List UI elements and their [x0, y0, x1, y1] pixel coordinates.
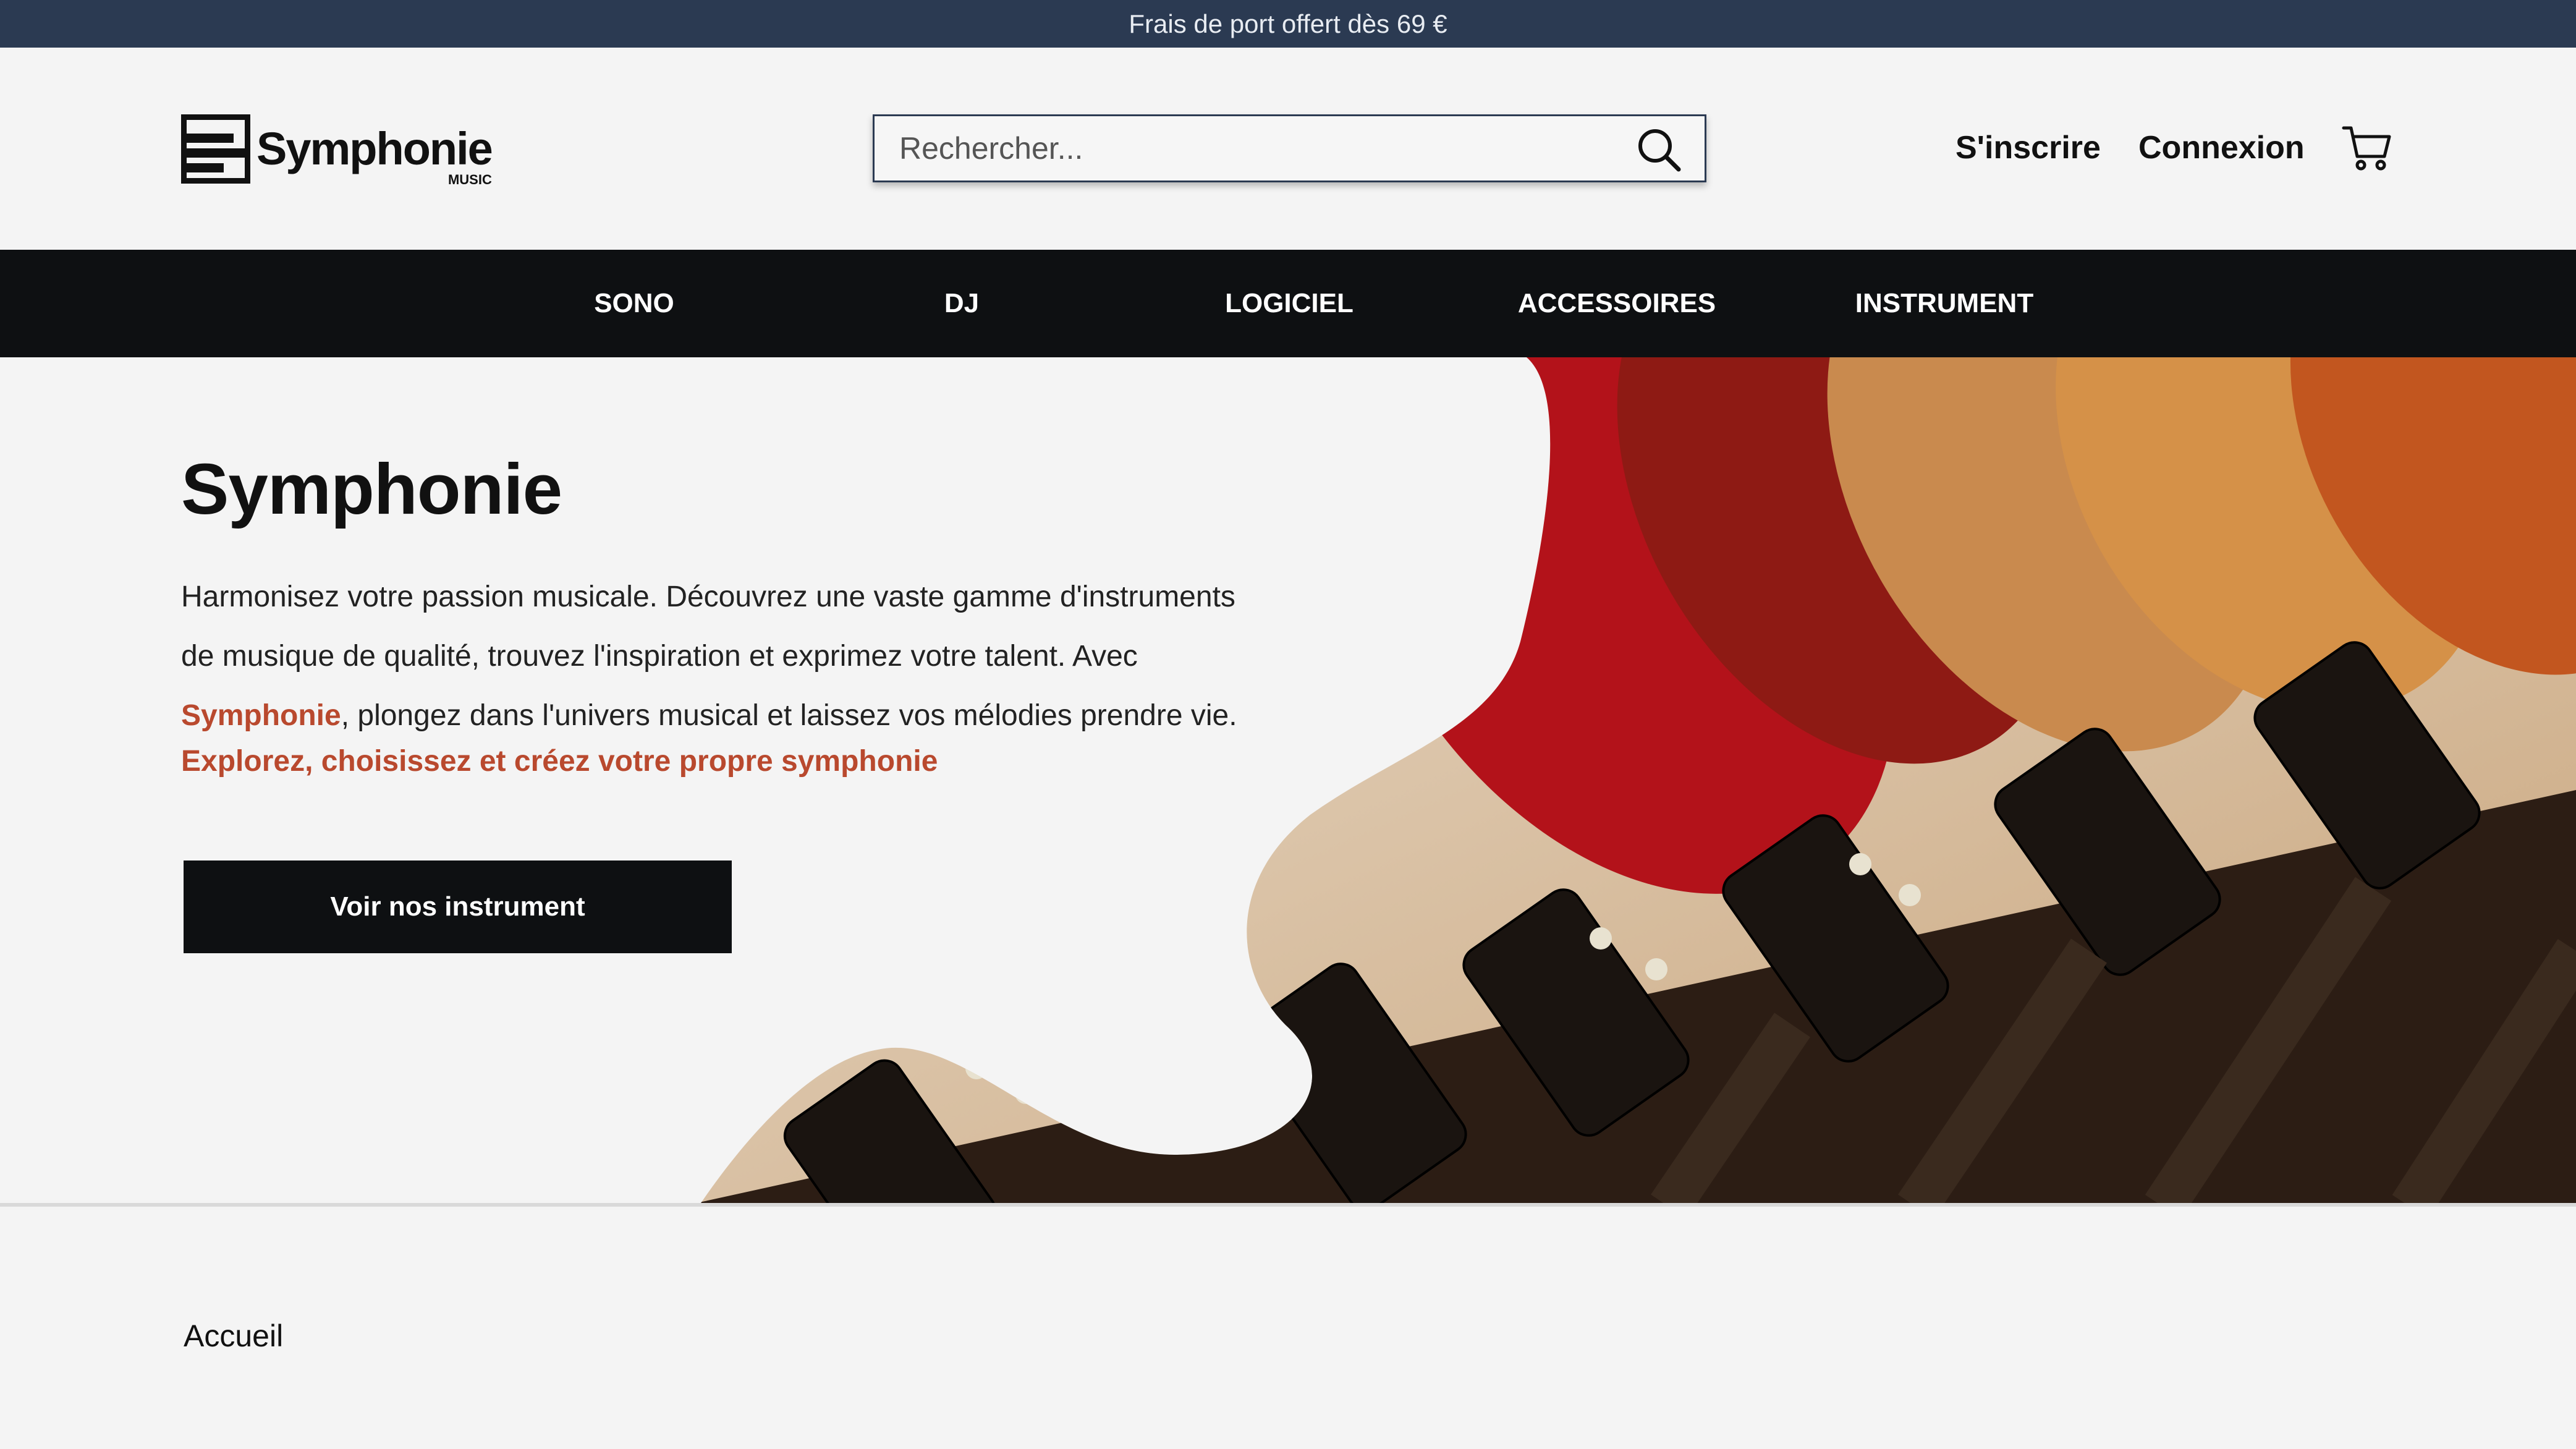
- hero-text-brand: Symphonie: [181, 699, 341, 732]
- breadcrumb[interactable]: Accueil: [184, 1318, 283, 1354]
- login-link[interactable]: Connexion: [2138, 129, 2305, 166]
- hero-text-start: Harmonisez votre passion musicale. Décou…: [181, 580, 1235, 673]
- promo-text: Frais de port offert dès 69 €: [1129, 9, 1447, 38]
- hero-title: Symphonie: [181, 449, 562, 529]
- nav-item-sono[interactable]: SONO: [511, 250, 758, 357]
- nav-item-logiciel[interactable]: LOGICIEL: [1166, 250, 1413, 357]
- cart-icon[interactable]: [2341, 122, 2393, 174]
- promo-banner: Frais de port offert dès 69 €: [0, 0, 2576, 48]
- category-nav: SONO DJ LOGICIEL ACCESSOIRES INSTRUMENT: [0, 250, 2576, 357]
- logo-name: Symphonie: [256, 123, 493, 174]
- site-header: Symphonie MUSIC S'inscrire Connexion: [0, 48, 2576, 250]
- search-icon[interactable]: [1634, 125, 1684, 174]
- nav-item-accessoires[interactable]: ACCESSOIRES: [1493, 250, 1740, 357]
- hero-text-end: , plongez dans l'univers musical et lais…: [341, 699, 1237, 732]
- search-input[interactable]: [899, 130, 1591, 166]
- hero-tagline: Explorez, choisissez et créez votre prop…: [181, 745, 938, 778]
- logo-mark-icon: [181, 114, 250, 184]
- search-bar: [873, 114, 1706, 182]
- see-instruments-button[interactable]: Voir nos instrument: [184, 860, 732, 953]
- nav-item-instrument[interactable]: INSTRUMENT: [1821, 250, 2068, 357]
- nav-item-dj[interactable]: DJ: [838, 250, 1085, 357]
- signup-link[interactable]: S'inscrire: [1955, 129, 2101, 166]
- logo[interactable]: Symphonie MUSIC: [181, 114, 493, 187]
- logo-subtitle: MUSIC: [447, 172, 492, 187]
- hero-description: Harmonisez votre passion musicale. Décou…: [181, 567, 1244, 746]
- hero-section: Symphonie Harmonisez votre passion music…: [0, 357, 2576, 1207]
